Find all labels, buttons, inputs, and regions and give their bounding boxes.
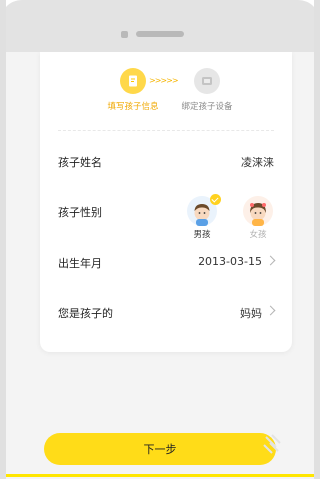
birth-date-label: 出生年月 bbox=[58, 257, 102, 270]
selected-check-icon bbox=[210, 194, 221, 205]
watermark-icon bbox=[262, 431, 284, 461]
phone-speaker bbox=[136, 31, 184, 37]
boy-avatar bbox=[187, 194, 221, 226]
birth-date-value: 2013-03-15 bbox=[198, 255, 262, 268]
step-label: 绑定孩子设备 bbox=[181, 102, 233, 112]
gender-option-girl[interactable]: 女孩 bbox=[238, 196, 278, 240]
child-name-label: 孩子姓名 bbox=[58, 156, 102, 169]
edit-document-icon bbox=[120, 68, 146, 94]
step-indicator: 填写孩子信息 >>>>> 绑定孩子设备 bbox=[40, 68, 292, 118]
gender-label: 女孩 bbox=[249, 230, 267, 240]
phone-frame: 填写孩子信息 >>>>> 绑定孩子设备 孩子姓名 凌涞涞 孩子性别 男孩 女孩 … bbox=[0, 0, 320, 479]
app-screen: 填写孩子信息 >>>>> 绑定孩子设备 孩子姓名 凌涞涞 孩子性别 男孩 女孩 … bbox=[6, 52, 314, 479]
chevron-right-icon bbox=[265, 255, 276, 266]
bottom-accent-bar bbox=[6, 474, 314, 477]
girl-avatar bbox=[243, 196, 273, 226]
relation-value: 妈妈 bbox=[240, 307, 262, 320]
phone-right-bezel bbox=[314, 0, 320, 479]
step-bind-device: 绑定孩子设备 bbox=[162, 68, 252, 112]
child-name-row[interactable]: 孩子姓名 凌涞涞 bbox=[58, 152, 274, 172]
relation-row[interactable]: 您是孩子的 妈妈 bbox=[58, 303, 276, 323]
child-info-card: 填写孩子信息 >>>>> 绑定孩子设备 孩子姓名 凌涞涞 孩子性别 男孩 女孩 … bbox=[40, 52, 292, 352]
chevron-right-icon bbox=[265, 305, 276, 316]
child-name-value[interactable]: 凌涞涞 bbox=[241, 154, 274, 170]
child-gender-row: 孩子性别 男孩 女孩 bbox=[58, 194, 274, 240]
device-icon bbox=[194, 68, 220, 94]
gender-option-boy[interactable]: 男孩 bbox=[182, 194, 222, 240]
child-gender-label: 孩子性别 bbox=[58, 206, 102, 219]
relation-label: 您是孩子的 bbox=[58, 307, 113, 320]
next-button[interactable]: 下一步 bbox=[44, 433, 276, 465]
birth-date-row[interactable]: 出生年月 2013-03-15 bbox=[58, 253, 276, 273]
divider bbox=[58, 130, 274, 131]
gender-label: 男孩 bbox=[193, 230, 211, 240]
front-camera bbox=[121, 31, 128, 38]
phone-top-bezel bbox=[0, 0, 320, 52]
